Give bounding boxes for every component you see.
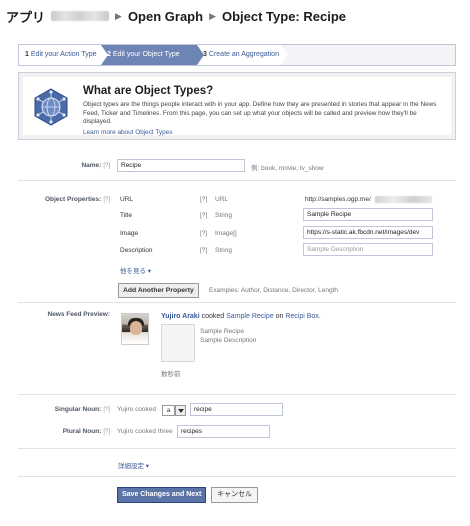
page-title: Object Type: Recipe: [221, 8, 346, 24]
preview-object-link[interactable]: Sample Recipe: [226, 313, 273, 320]
learn-more-link[interactable]: Learn more about Object Types: [83, 129, 172, 136]
step-edit-action-type[interactable]: 1 Edit your Action Type: [19, 45, 101, 65]
cancel-button[interactable]: キャンセル: [211, 487, 258, 503]
divider: [18, 394, 456, 395]
globe-network-icon: [34, 88, 68, 126]
property-type-title: String: [215, 212, 232, 219]
step-edit-object-type[interactable]: 2 Edit your Object Type: [101, 45, 197, 65]
divider: [18, 476, 456, 477]
step-arrow: [281, 45, 288, 65]
object-properties-label: Object Properties: [?]: [44, 196, 110, 203]
divider: [18, 302, 456, 303]
name-label: Name: [?]: [81, 162, 110, 169]
plural-prefix: Yujiro cooked three: [117, 428, 173, 435]
info-title: What are Object Types?: [83, 85, 214, 97]
singular-noun-input[interactable]: recipe: [190, 403, 283, 416]
chevron-down-icon[interactable]: [175, 405, 186, 416]
article-select[interactable]: a: [162, 405, 175, 416]
step-arrow: [197, 45, 204, 65]
singular-prefix: Yujiro cooked: [117, 406, 157, 413]
property-name-image: Image: [120, 230, 139, 237]
preview-thumbnail: [161, 324, 195, 362]
step-create-aggregation[interactable]: 3 Create an Aggregation: [197, 45, 281, 65]
property-type-description: String: [215, 247, 232, 254]
info-panel: What are Object Types? Object types are …: [18, 72, 456, 140]
property-input-description[interactable]: Sample Description: [303, 243, 433, 256]
info-description: Object types are the things people inter…: [83, 101, 437, 126]
advanced-settings-link[interactable]: 詳細設定 ▾: [118, 460, 149, 470]
preview-story: Yujiro Araki cooked Sample Recipe on Rec…: [161, 313, 321, 320]
breadcrumb-apps[interactable]: アプリ: [6, 7, 45, 26]
property-help[interactable]: [?]: [200, 196, 207, 203]
news-feed-preview-label: News Feed Preview:: [47, 311, 111, 318]
preview-timestamp: 数秒前: [161, 371, 181, 378]
plural-noun-label: Plural Noun: [?]: [62, 428, 110, 435]
property-name-url: URL: [120, 196, 134, 203]
divider: [18, 180, 456, 181]
breadcrumb-open-graph[interactable]: Open Graph: [128, 9, 203, 24]
chevron-right-icon: ▶: [115, 10, 122, 21]
property-value-url: http://samples.ogp.me/: [305, 196, 371, 203]
see-more-link[interactable]: 他を見る ▾: [120, 265, 151, 275]
property-name-description: Description: [120, 247, 153, 254]
blurred-app-name[interactable]: [51, 11, 110, 21]
property-input-title[interactable]: Sample Recipe: [303, 208, 433, 221]
preview-attachment-desc: Sample Description: [200, 337, 257, 344]
property-input-image[interactable]: https://s-static.ak.fbcdn.net/images/dev: [303, 226, 433, 239]
preview-app-link[interactable]: Recipi Box.: [285, 313, 320, 320]
save-changes-button[interactable]: Save Changes and Next: [117, 487, 207, 503]
property-examples: Examples: Author, Distance, Director, Le…: [209, 287, 338, 294]
blurred-url: [375, 196, 432, 203]
property-name-title: Title: [120, 212, 133, 219]
name-example: 例: book, movie, tv_show: [251, 165, 324, 172]
divider: [18, 448, 456, 449]
step-arrow: [101, 45, 108, 65]
wizard-steps: 1 Edit your Action Type 2 Edit your Object…: [18, 44, 456, 66]
plural-noun-input[interactable]: recipes: [177, 425, 270, 438]
name-input[interactable]: Recipe: [117, 159, 245, 172]
add-property-button[interactable]: Add Another Property: [118, 283, 199, 298]
chevron-right-icon: ▶: [209, 10, 216, 21]
breadcrumb: アプリ ▶ Open Graph ▶ Object Type: Recipe: [6, 7, 346, 26]
avatar[interactable]: [121, 313, 149, 345]
preview-attachment-title: Sample Recipe: [200, 328, 245, 335]
property-type-url: URL: [215, 196, 229, 203]
singular-noun-label: Singular Noun: [?]: [54, 406, 110, 413]
preview-user-link[interactable]: Yujiro Araki: [161, 313, 200, 320]
property-type-image: Image[]: [215, 230, 237, 237]
property-help[interactable]: [?]: [200, 247, 207, 254]
property-help[interactable]: [?]: [200, 230, 207, 237]
property-help[interactable]: [?]: [200, 212, 207, 219]
